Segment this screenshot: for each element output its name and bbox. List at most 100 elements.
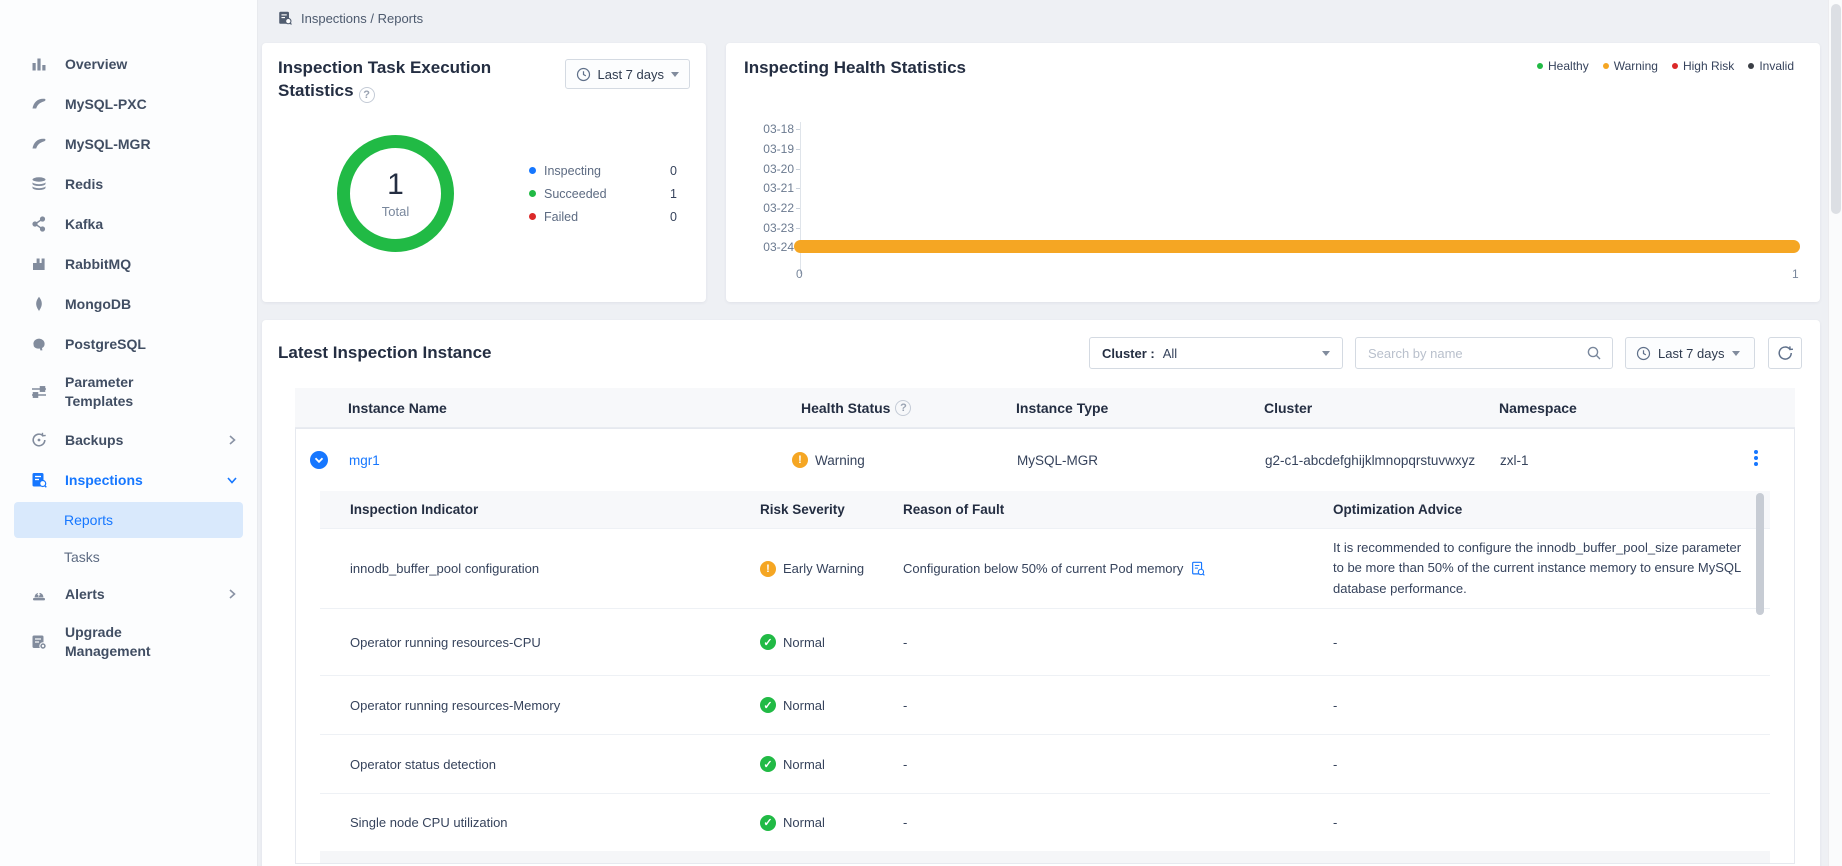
x-axis-label: 0 (796, 267, 803, 281)
sidebar-item-label: Inspections (65, 471, 143, 490)
sidebar-item-overview[interactable]: Overview (0, 44, 257, 84)
subtable-row: Single node CPU utilization ✓Normal - - (320, 793, 1770, 851)
sidebar-item-reports[interactable]: Reports (14, 502, 243, 538)
refresh-button[interactable] (1768, 337, 1802, 369)
legend-dot (529, 213, 536, 220)
search-icon[interactable] (1586, 345, 1612, 361)
sidebar-item-upgrade-management[interactable]: Upgrade Management (0, 614, 257, 670)
page-scrollbar[interactable] (1828, 0, 1842, 866)
legend-item-high-risk: High Risk (1672, 59, 1734, 73)
y-axis-label: 03-23 (746, 221, 794, 235)
legend-label: Invalid (1759, 59, 1794, 73)
sidebar-item-label: MongoDB (65, 295, 131, 314)
subtable-row: innodb_buffer_pool configuration !Early … (320, 528, 1770, 608)
column-header-indicator: Inspection Indicator (350, 491, 478, 528)
table-row: mgr1 !Warning MySQL-MGR g2-c1-abcdefghij… (296, 429, 1794, 491)
legend-dot (529, 167, 536, 174)
legend-label: Succeeded (544, 187, 607, 201)
check-icon: ✓ (760, 815, 776, 831)
y-axis-label: 03-19 (746, 142, 794, 156)
sidebar-item-label: Redis (65, 175, 103, 194)
legend-label: Healthy (1548, 59, 1589, 73)
chevron-right-icon (227, 589, 237, 599)
severity-cell: ✓Normal (760, 609, 825, 675)
severity-cell: ✓Normal (760, 676, 825, 734)
reason-cell: - (903, 676, 907, 734)
y-axis-label: 03-18 (746, 122, 794, 136)
health-status-cell: !Warning (792, 429, 865, 491)
severity-cell: ✓Normal (760, 794, 825, 851)
search-box (1355, 337, 1613, 369)
dolphin-icon (30, 135, 48, 153)
column-header-namespace: Namespace (1499, 388, 1577, 428)
sidebar-item-inspections[interactable]: Inspections (0, 460, 257, 500)
legend-dot (1672, 63, 1678, 69)
cluster-filter-select[interactable]: Cluster : All (1089, 337, 1343, 369)
inspection-document-icon (277, 10, 293, 26)
page-scrollbar-thumb[interactable] (1831, 4, 1841, 214)
instance-name-link[interactable]: mgr1 (349, 429, 380, 491)
time-range-label: Last 7 days (598, 67, 665, 82)
sidebar-item-label: Alerts (65, 585, 105, 604)
search-input[interactable] (1356, 346, 1586, 361)
sidebar-item-rabbitmq[interactable]: RabbitMQ (0, 244, 257, 284)
legend-dot (1603, 63, 1609, 69)
time-range-dropdown[interactable]: Last 7 days (1625, 337, 1755, 369)
stack-icon (30, 175, 48, 193)
sidebar-item-label: Tasks (64, 549, 100, 565)
sidebar-item-redis[interactable]: Redis (0, 164, 257, 204)
subtable-header-row: Inspection Indicator Risk Severity Reaso… (320, 491, 1770, 528)
subtable-row: Operator running resources-CPU ✓Normal -… (320, 608, 1770, 675)
sidebar-item-kafka[interactable]: Kafka (0, 204, 257, 244)
caret-down-icon (671, 72, 679, 77)
row-actions-menu[interactable] (1754, 450, 1758, 466)
legend-label: Warning (1614, 59, 1658, 73)
sidebar-item-mysql-mgr[interactable]: MySQL-MGR (0, 124, 257, 164)
card-title: Inspection Task Execution Statistics (278, 58, 491, 100)
time-range-dropdown[interactable]: Last 7 days (565, 59, 691, 89)
column-header-instance-name: Instance Name (348, 388, 447, 428)
sidebar-item-tasks[interactable]: Tasks (0, 540, 257, 574)
collapse-row-button[interactable] (310, 429, 328, 491)
legend-item-healthy: Healthy (1537, 59, 1589, 73)
legend-value: 0 (670, 164, 677, 178)
breadcrumb: Inspections / Reports (277, 10, 423, 26)
legend-label: High Risk (1683, 59, 1734, 73)
siren-icon (30, 585, 48, 603)
column-header-cluster: Cluster (1264, 388, 1312, 428)
sidebar-item-label: Backups (65, 431, 123, 450)
cluster-cell: g2-c1-abcdefghijklmnopqrstuvwxyz (1265, 429, 1475, 491)
severity-cell: ✓Normal (760, 735, 825, 793)
card-title: Inspecting Health Statistics (744, 58, 966, 77)
backup-restore-icon (30, 431, 48, 449)
column-header-advice: Optimization Advice (1333, 491, 1462, 528)
sidebar-item-label: Parameter Templates (65, 373, 177, 411)
help-icon[interactable]: ? (895, 400, 911, 416)
report-document-icon[interactable] (1190, 561, 1206, 577)
instance-type-cell: MySQL-MGR (1017, 429, 1098, 491)
clock-icon (1636, 346, 1651, 361)
help-icon[interactable]: ? (359, 87, 375, 103)
y-axis-label: 03-20 (746, 162, 794, 176)
caret-down-icon (1732, 351, 1740, 356)
sidebar-item-label: PostgreSQL (65, 335, 146, 354)
y-axis-label: 03-22 (746, 201, 794, 215)
subtable-scrollbar[interactable] (1756, 493, 1764, 615)
expanded-instance-block: mgr1 !Warning MySQL-MGR g2-c1-abcdefghij… (295, 428, 1795, 864)
elephant-icon (30, 335, 48, 353)
sidebar-item-parameter-templates[interactable]: Parameter Templates (0, 364, 257, 420)
y-axis-label: 03-21 (746, 181, 794, 195)
sidebar-item-backups[interactable]: Backups (0, 420, 257, 460)
legend-dot (529, 190, 536, 197)
legend-item-inspecting: Inspecting 0 (529, 159, 677, 182)
sidebar-item-mysql-pxc[interactable]: MySQL-PXC (0, 84, 257, 124)
sidebar-item-postgresql[interactable]: PostgreSQL (0, 324, 257, 364)
cluster-filter-value: All (1163, 346, 1177, 361)
advice-cell: - (1333, 609, 1337, 675)
sidebar-item-alerts[interactable]: Alerts (0, 574, 257, 614)
column-header-instance-type: Instance Type (1016, 388, 1108, 428)
sidebar-item-mongodb[interactable]: MongoDB (0, 284, 257, 324)
advice-cell: - (1333, 794, 1337, 851)
advice-cell: It is recommended to configure the innod… (1333, 529, 1745, 608)
legend-item-invalid: Invalid (1748, 59, 1794, 73)
